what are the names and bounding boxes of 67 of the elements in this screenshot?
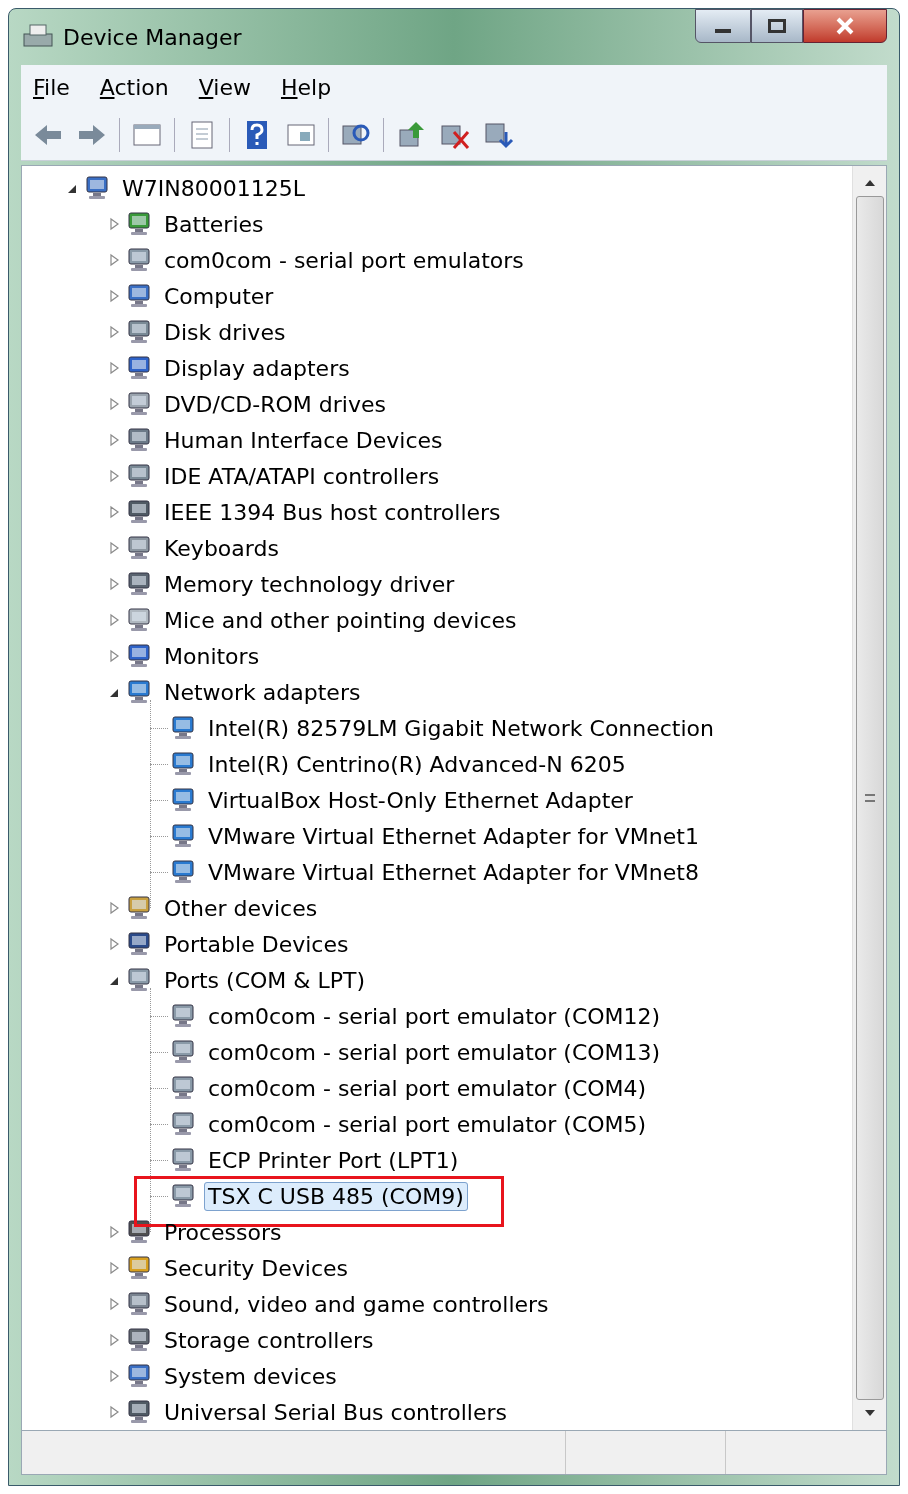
tree-item[interactable]: Keyboards	[160, 533, 283, 563]
tree-item[interactable]: Other devices	[160, 893, 322, 923]
window-title: Device Manager	[63, 23, 242, 52]
tree-item[interactable]: Display adapters	[160, 353, 354, 383]
expand-arrow-icon[interactable]	[108, 1369, 120, 1383]
tree-item[interactable]: Portable Devices	[160, 929, 353, 959]
expand-arrow-icon[interactable]	[108, 613, 120, 627]
tree-item[interactable]: Intel(R) Centrino(R) Advanced-N 6205	[204, 749, 630, 779]
tree-item[interactable]: com0com - serial port emulators	[160, 245, 528, 275]
expand-arrow-icon[interactable]	[108, 1297, 120, 1311]
tree-item[interactable]: Storage controllers	[160, 1325, 378, 1355]
expand-arrow-icon[interactable]	[108, 289, 120, 303]
tree-item[interactable]: IDE ATA/ATAPI controllers	[160, 461, 444, 491]
tree-item[interactable]: VMware Virtual Ethernet Adapter for VMnet8	[204, 857, 703, 887]
menu-item[interactable]: File	[33, 70, 70, 104]
grip-icon	[864, 794, 875, 802]
scrollbar[interactable]	[852, 166, 886, 1430]
tree-item[interactable]: com0com - serial port emulator (COM5)	[204, 1109, 651, 1139]
minimize-button[interactable]	[695, 9, 751, 43]
tree-item[interactable]: Disk drives	[160, 317, 290, 347]
expand-arrow-icon[interactable]	[108, 361, 120, 375]
tree-item[interactable]: DVD/CD-ROM drives	[160, 389, 390, 419]
expand-arrow-icon[interactable]	[108, 397, 120, 411]
menu-item[interactable]: View	[198, 70, 251, 104]
tree-item[interactable]: com0com - serial port emulator (COM13)	[204, 1037, 665, 1067]
tree-item[interactable]: ECP Printer Port (LPT1)	[204, 1145, 463, 1175]
tree-item[interactable]: Sound, video and game controllers	[160, 1289, 553, 1319]
menu-item[interactable]: Action	[99, 70, 169, 104]
close-icon	[835, 17, 855, 35]
tree-item[interactable]: com0com - serial port emulator (COM12)	[204, 1001, 665, 1031]
tree-item[interactable]: Processors	[160, 1217, 286, 1247]
expand-arrow-icon[interactable]	[108, 901, 120, 915]
tree-item[interactable]: Intel(R) 82579LM Gigabit Network Connection	[204, 713, 718, 743]
tree-item[interactable]: Universal Serial Bus controllers	[160, 1397, 511, 1427]
tree-item[interactable]: Human Interface Devices	[160, 425, 447, 455]
expand-arrow-icon[interactable]	[108, 505, 120, 519]
tree-item[interactable]: Security Devices	[160, 1253, 353, 1283]
maximize-button[interactable]	[751, 9, 803, 43]
tree-item[interactable]: IEEE 1394 Bus host controllers	[160, 497, 505, 527]
expand-arrow-icon[interactable]	[108, 1261, 120, 1275]
tree-item[interactable]: Ports (COM & LPT)	[160, 965, 369, 995]
tree-item[interactable]: W7IN80001125L	[118, 173, 309, 203]
expand-arrow-icon[interactable]	[108, 937, 120, 951]
tree-item[interactable]: VMware Virtual Ethernet Adapter for VMnet1	[204, 821, 703, 851]
expand-arrow-icon[interactable]	[108, 577, 120, 591]
tree-item[interactable]: TSX C USB 485 (COM9)	[204, 1181, 468, 1211]
tree-item[interactable]: System devices	[160, 1361, 341, 1391]
tree-item[interactable]: com0com - serial port emulator (COM4)	[204, 1073, 651, 1103]
expand-arrow-icon[interactable]	[108, 469, 120, 483]
expand-arrow-icon[interactable]	[108, 217, 120, 231]
expand-arrow-icon[interactable]	[108, 1225, 120, 1239]
expand-arrow-icon[interactable]	[108, 541, 120, 555]
expand-arrow-icon[interactable]	[108, 1333, 120, 1347]
tree-item[interactable]: Computer	[160, 281, 278, 311]
expand-arrow-icon[interactable]	[108, 325, 120, 339]
tree-item[interactable]: Memory technology driver	[160, 569, 459, 599]
menu-item[interactable]: Help	[280, 70, 332, 104]
tree-item[interactable]: VirtualBox Host-Only Ethernet Adapter	[204, 785, 637, 815]
expand-arrow-icon[interactable]	[108, 649, 120, 663]
expand-arrow-icon[interactable]	[108, 433, 120, 447]
tree-item[interactable]: Monitors	[160, 641, 264, 671]
close-button[interactable]	[803, 9, 887, 43]
expand-arrow-icon[interactable]	[108, 253, 120, 267]
tree-item[interactable]: Network adapters	[160, 677, 365, 707]
tree-item[interactable]: Batteries	[160, 209, 268, 239]
tree-item[interactable]: Mice and other pointing devices	[160, 605, 521, 635]
expand-arrow-icon[interactable]	[108, 1405, 120, 1419]
